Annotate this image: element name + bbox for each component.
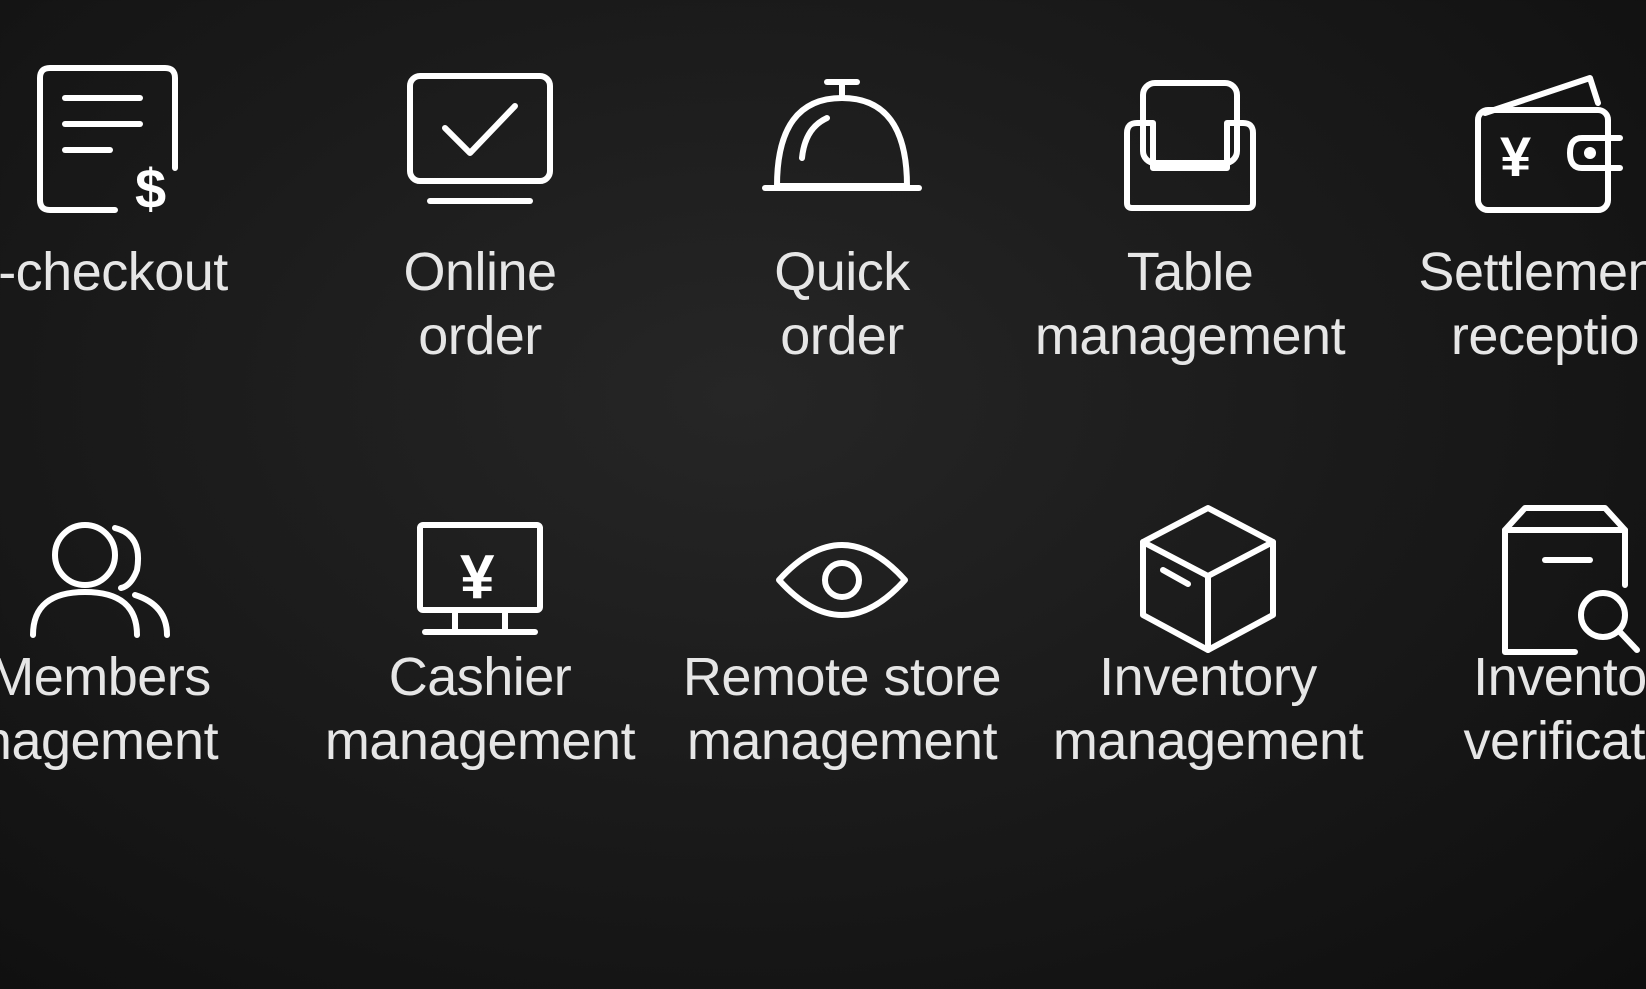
service-bell-icon	[757, 58, 927, 228]
wallet-yuan-icon: ¥	[1460, 58, 1630, 228]
feature-label: Quick order	[774, 242, 910, 366]
feature-label: lf-checkout	[0, 242, 228, 302]
svg-text:$: $	[135, 157, 166, 220]
feature-label: Online order	[403, 242, 557, 366]
svg-text:¥: ¥	[1500, 125, 1531, 188]
feature-label: Table management	[1034, 242, 1346, 366]
receipt-dollar-icon: $	[15, 58, 185, 228]
svg-text:¥: ¥	[460, 543, 495, 612]
feature-label: Inventory management	[1052, 647, 1364, 771]
feature-label: Cashier management	[324, 647, 636, 771]
armchair-icon	[1105, 58, 1275, 228]
monitor-check-icon	[395, 58, 565, 228]
feature-label: Remote store management	[682, 647, 1002, 771]
feature-label: Invento verificati	[1463, 647, 1646, 771]
feature-label: Settlement receptio	[1418, 242, 1646, 366]
feature-label: Members nagement	[0, 647, 219, 771]
